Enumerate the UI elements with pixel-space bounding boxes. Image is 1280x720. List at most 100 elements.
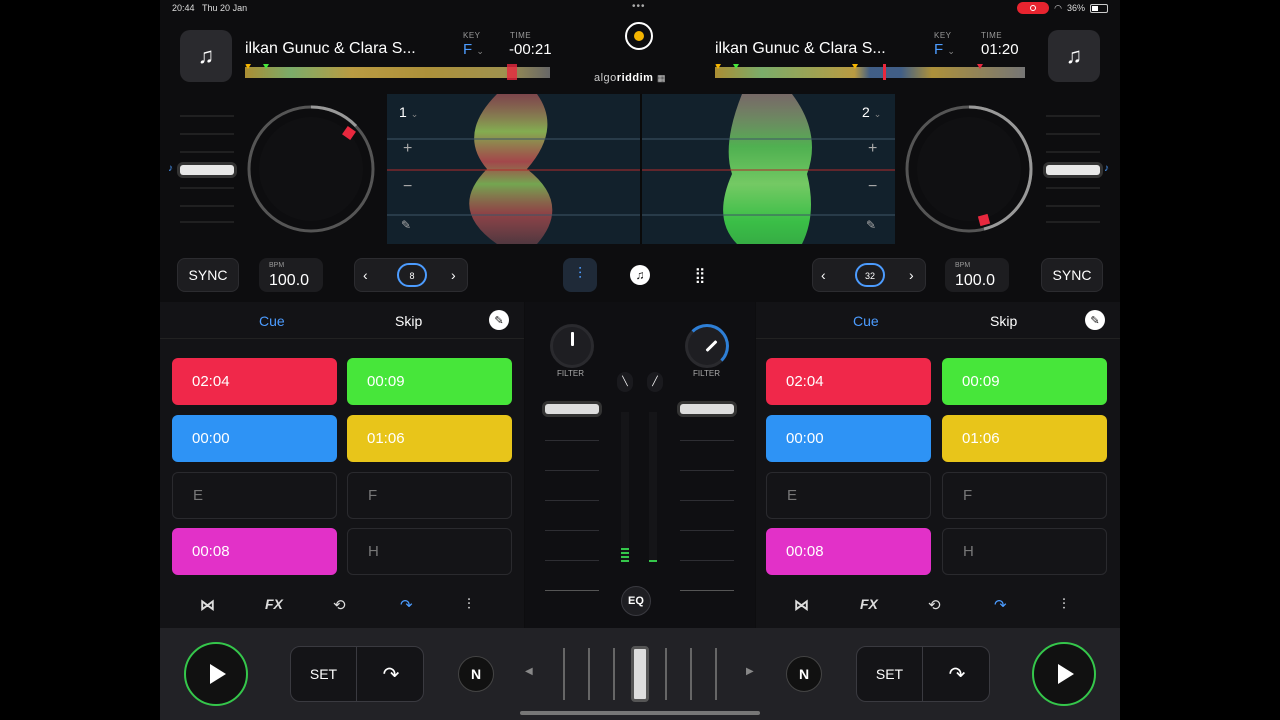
pads-panel-right: Cue Skip ✎ 02:04 00:09 00:00 01:06 E F 0…: [756, 302, 1120, 628]
set-cue-button-left[interactable]: SET: [291, 647, 357, 701]
cue-pad-3[interactable]: 00:00: [172, 415, 337, 462]
level-meter-left: [621, 412, 629, 562]
sync-button-left[interactable]: SYNC: [177, 258, 239, 292]
cue-pad-5[interactable]: E: [766, 472, 931, 519]
loop-double-icon[interactable]: ›: [451, 267, 456, 283]
gain-knob-left[interactable]: ╲: [617, 372, 633, 392]
jog-wheel-left[interactable]: [246, 104, 376, 234]
filter-knob-left[interactable]: [550, 324, 594, 368]
eq-button[interactable]: EQ: [621, 586, 651, 616]
music-library-button-left[interactable]: ♫: [180, 30, 232, 82]
bpm-display-left[interactable]: BPM 100.0: [259, 258, 323, 292]
eq-mode-icon[interactable]: ⫶: [467, 596, 471, 613]
key-value-left[interactable]: F ⌄: [463, 41, 484, 58]
waveform-deck-1[interactable]: 1 ⌄ + − ✎: [387, 94, 640, 244]
loop-double-icon[interactable]: ›: [909, 267, 914, 283]
deck-number-1[interactable]: 1 ⌄: [399, 104, 418, 120]
tab-skip-right[interactable]: Skip: [990, 313, 1017, 329]
neural-mix-icon[interactable]: ⋈: [794, 596, 809, 614]
track-overview-right[interactable]: [715, 64, 1025, 80]
deck-number-2[interactable]: 2 ⌄: [862, 104, 881, 120]
volume-fader-right[interactable]: [680, 404, 734, 414]
crossfader-left-arrow-icon[interactable]: ◀: [525, 666, 533, 677]
edit-pads-icon[interactable]: ✎: [489, 310, 509, 330]
pitch-handle-right[interactable]: [1046, 165, 1100, 175]
filter-knob-right[interactable]: [685, 324, 729, 368]
cue-pad-8[interactable]: H: [942, 528, 1107, 575]
loop-control-right: ‹ 32 ›: [812, 258, 926, 292]
zoom-in-icon[interactable]: +: [403, 140, 412, 158]
neural-mix-button-left[interactable]: N: [458, 656, 494, 692]
cue-pad-5[interactable]: E: [172, 472, 337, 519]
fx-icon[interactable]: FX: [860, 596, 878, 612]
library-view-icon[interactable]: ♫: [623, 258, 657, 292]
loop-size-left[interactable]: 8: [397, 264, 427, 288]
jump-cue-icon[interactable]: ↷: [358, 647, 424, 701]
play-button-left[interactable]: [184, 642, 248, 706]
key-value-right[interactable]: F ⌄: [934, 41, 955, 58]
cue-pad-6[interactable]: F: [942, 472, 1107, 519]
waveform-display[interactable]: 1 ⌄ + − ✎ 2 ⌄ + − ✎: [387, 94, 895, 244]
cue-pad-4[interactable]: 01:06: [942, 415, 1107, 462]
track-title-left[interactable]: ilkan Gunuc & Clara S...: [245, 40, 416, 58]
cue-pad-3[interactable]: 00:00: [766, 415, 931, 462]
zoom-out-icon[interactable]: −: [868, 178, 877, 196]
cue-pad-1[interactable]: 02:04: [172, 358, 337, 405]
cue-pad-7[interactable]: 00:08: [766, 528, 931, 575]
tab-skip-left[interactable]: Skip: [395, 313, 422, 329]
multitask-dots-icon[interactable]: •••: [632, 1, 646, 12]
crossfader[interactable]: ◀ ▶: [520, 646, 760, 702]
play-icon: [1058, 664, 1074, 684]
loop-size-right[interactable]: 32: [855, 264, 885, 288]
skip-mode-icon[interactable]: ↷: [994, 596, 1007, 614]
track-overview-left[interactable]: [245, 64, 550, 80]
skip-mode-icon[interactable]: ↷: [400, 596, 413, 614]
play-button-right[interactable]: [1032, 642, 1096, 706]
tab-cue-left[interactable]: Cue: [259, 313, 285, 329]
cue-pad-6[interactable]: F: [347, 472, 512, 519]
loop-mode-icon[interactable]: ⟲: [333, 596, 346, 614]
bpm-value-right: 100.0: [955, 272, 996, 289]
waveform-deck-2[interactable]: 2 ⌄ + − ✎: [642, 94, 895, 244]
neural-mix-icon[interactable]: ⋈: [200, 596, 215, 614]
edit-grid-icon[interactable]: ✎: [401, 218, 411, 232]
bpm-display-right[interactable]: BPM 100.0: [945, 258, 1009, 292]
mixer-view-icon[interactable]: ⫶: [563, 258, 597, 292]
deck-left-header: ♫ ilkan Gunuc & Clara S... KEY F ⌄ TIME …: [160, 26, 560, 86]
pitch-fader-left[interactable]: [180, 110, 236, 226]
edit-grid-icon[interactable]: ✎: [866, 218, 876, 232]
pads-view-icon[interactable]: ⣿: [683, 258, 717, 292]
edit-pads-icon[interactable]: ✎: [1085, 310, 1105, 330]
crossfader-handle[interactable]: [631, 646, 649, 702]
volume-fader-left[interactable]: [545, 404, 599, 414]
zoom-in-icon[interactable]: +: [868, 140, 877, 158]
tab-cue-right[interactable]: Cue: [853, 313, 879, 329]
zoom-out-icon[interactable]: −: [403, 178, 412, 196]
crossfader-right-arrow-icon[interactable]: ▶: [746, 666, 754, 677]
cue-pad-8[interactable]: H: [347, 528, 512, 575]
home-indicator[interactable]: [520, 711, 760, 715]
sync-button-right[interactable]: SYNC: [1041, 258, 1103, 292]
record-button[interactable]: [625, 22, 653, 50]
set-cue-button-right[interactable]: SET: [857, 647, 923, 701]
status-icons: ◠ 36%: [1017, 2, 1108, 14]
status-time: 20:44 Thu 20 Jan: [172, 3, 248, 13]
loop-mode-icon[interactable]: ⟲: [928, 596, 941, 614]
cue-pad-2[interactable]: 00:09: [942, 358, 1107, 405]
pitch-handle-left[interactable]: [180, 165, 234, 175]
pitch-fader-right[interactable]: [1046, 110, 1102, 226]
loop-halve-icon[interactable]: ‹: [821, 267, 826, 283]
cue-pad-1[interactable]: 02:04: [766, 358, 931, 405]
loop-halve-icon[interactable]: ‹: [363, 267, 368, 283]
jump-cue-icon[interactable]: ↷: [924, 647, 990, 701]
fx-icon[interactable]: FX: [265, 596, 283, 612]
cue-pad-2[interactable]: 00:09: [347, 358, 512, 405]
eq-mode-icon[interactable]: ⫶: [1062, 596, 1066, 613]
cue-pad-7[interactable]: 00:08: [172, 528, 337, 575]
music-library-button-right[interactable]: ♫: [1048, 30, 1100, 82]
track-title-right[interactable]: ilkan Gunuc & Clara S...: [715, 40, 886, 58]
jog-wheel-right[interactable]: [904, 104, 1034, 234]
neural-mix-button-right[interactable]: N: [786, 656, 822, 692]
gain-knob-right[interactable]: ╱: [647, 372, 663, 392]
cue-pad-4[interactable]: 01:06: [347, 415, 512, 462]
